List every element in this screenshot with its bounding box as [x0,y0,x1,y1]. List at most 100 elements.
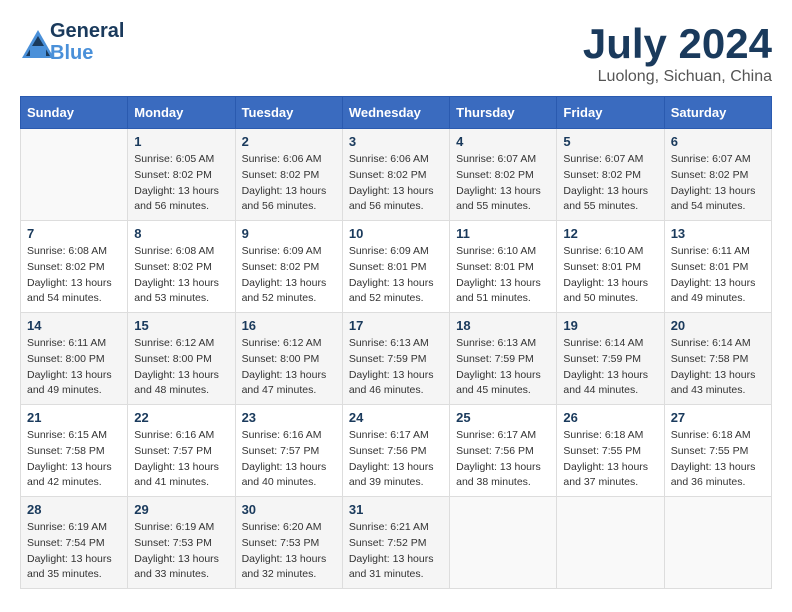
calendar-cell: 31Sunrise: 6:21 AM Sunset: 7:52 PM Dayli… [342,497,449,589]
day-info: Sunrise: 6:07 AM Sunset: 8:02 PM Dayligh… [671,152,765,215]
day-number: 6 [671,134,765,149]
calendar-cell: 6 Sunrise: 6:07 AM Sunset: 8:02 PM Daylig… [664,129,771,221]
day-number: 28 [27,502,121,517]
day-info: Sunrise: 6:14 AM Sunset: 7:58 PM Dayligh… [671,336,765,399]
title-section: July 2024 Luolong, Sichuan, China [583,20,772,86]
page-header: General Blue July 2024 Luolong, Sichuan,… [20,20,772,86]
calendar-cell [21,129,128,221]
day-info: Sunrise: 6:06 AM Sunset: 8:02 PM Dayligh… [349,152,443,215]
calendar-cell: 12Sunrise: 6:10 AM Sunset: 8:01 PM Dayli… [557,221,664,313]
calendar-cell: 28 Sunrise: 6:19 AM Sunset: 7:54 PM Dayli… [21,497,128,589]
calendar-cell: 2 Sunrise: 6:06 AM Sunset: 8:02 PM Daylig… [235,129,342,221]
calendar-cell: 1 Sunrise: 6:05 AM Sunset: 8:02 PM Daylig… [128,129,235,221]
day-number: 7 [27,226,121,241]
calendar-cell: 14 Sunrise: 6:11 AM Sunset: 8:00 PM Dayli… [21,313,128,405]
day-info: Sunrise: 6:13 AM Sunset: 7:59 PM Dayligh… [456,336,550,399]
calendar-cell: 24 Sunrise: 6:17 AM Sunset: 7:56 PM Dayli… [342,405,449,497]
day-number: 9 [242,226,336,241]
calendar-week-row: 21Sunrise: 6:15 AM Sunset: 7:58 PM Dayli… [21,405,772,497]
day-info: Sunrise: 6:15 AM Sunset: 7:58 PM Dayligh… [27,428,121,491]
logo: General Blue [20,20,124,64]
weekday-header-thursday: Thursday [450,97,557,129]
calendar-week-row: 28 Sunrise: 6:19 AM Sunset: 7:54 PM Dayli… [21,497,772,589]
calendar-cell: 16Sunrise: 6:12 AM Sunset: 8:00 PM Dayli… [235,313,342,405]
weekday-header-saturday: Saturday [664,97,771,129]
calendar-week-row: 14 Sunrise: 6:11 AM Sunset: 8:00 PM Dayli… [21,313,772,405]
day-info: Sunrise: 6:21 AM Sunset: 7:52 PM Dayligh… [349,520,443,583]
calendar-cell: 17Sunrise: 6:13 AM Sunset: 7:59 PM Dayli… [342,313,449,405]
day-number: 2 [242,134,336,149]
calendar-title: July 2024 [583,20,772,68]
day-number: 17 [349,318,443,333]
logo-blue: Blue [50,42,124,64]
day-number: 8 [134,226,228,241]
day-number: 10 [349,226,443,241]
day-info: Sunrise: 6:07 AM Sunset: 8:02 PM Dayligh… [563,152,657,215]
calendar-cell: 19Sunrise: 6:14 AM Sunset: 7:59 PM Dayli… [557,313,664,405]
logo-icon [20,28,48,56]
calendar-cell [450,497,557,589]
day-number: 23 [242,410,336,425]
calendar-cell: 15Sunrise: 6:12 AM Sunset: 8:00 PM Dayli… [128,313,235,405]
day-info: Sunrise: 6:17 AM Sunset: 7:56 PM Dayligh… [349,428,443,491]
day-number: 27 [671,410,765,425]
calendar-cell: 29 Sunrise: 6:19 AM Sunset: 7:53 PM Dayli… [128,497,235,589]
day-number: 14 [27,318,121,333]
day-info: Sunrise: 6:17 AM Sunset: 7:56 PM Dayligh… [456,428,550,491]
calendar-cell: 27 Sunrise: 6:18 AM Sunset: 7:55 PM Dayli… [664,405,771,497]
day-number: 29 [134,502,228,517]
day-number: 3 [349,134,443,149]
calendar-cell: 9 Sunrise: 6:09 AM Sunset: 8:02 PM Daylig… [235,221,342,313]
day-number: 22 [134,410,228,425]
day-number: 18 [456,318,550,333]
calendar-cell: 5 Sunrise: 6:07 AM Sunset: 8:02 PM Daylig… [557,129,664,221]
day-info: Sunrise: 6:20 AM Sunset: 7:53 PM Dayligh… [242,520,336,583]
calendar-cell [664,497,771,589]
calendar-cell: 11Sunrise: 6:10 AM Sunset: 8:01 PM Dayli… [450,221,557,313]
calendar-cell: 3 Sunrise: 6:06 AM Sunset: 8:02 PM Daylig… [342,129,449,221]
day-number: 30 [242,502,336,517]
calendar-cell: 20 Sunrise: 6:14 AM Sunset: 7:58 PM Dayli… [664,313,771,405]
day-info: Sunrise: 6:10 AM Sunset: 8:01 PM Dayligh… [563,244,657,307]
day-info: Sunrise: 6:19 AM Sunset: 7:54 PM Dayligh… [27,520,121,583]
day-info: Sunrise: 6:08 AM Sunset: 8:02 PM Dayligh… [27,244,121,307]
calendar-cell: 7 Sunrise: 6:08 AM Sunset: 8:02 PM Daylig… [21,221,128,313]
calendar-cell: 23 Sunrise: 6:16 AM Sunset: 7:57 PM Dayli… [235,405,342,497]
day-info: Sunrise: 6:09 AM Sunset: 8:02 PM Dayligh… [242,244,336,307]
day-info: Sunrise: 6:14 AM Sunset: 7:59 PM Dayligh… [563,336,657,399]
calendar-week-row: 7 Sunrise: 6:08 AM Sunset: 8:02 PM Daylig… [21,221,772,313]
day-info: Sunrise: 6:11 AM Sunset: 8:01 PM Dayligh… [671,244,765,307]
day-number: 4 [456,134,550,149]
day-info: Sunrise: 6:07 AM Sunset: 8:02 PM Dayligh… [456,152,550,215]
day-info: Sunrise: 6:11 AM Sunset: 8:00 PM Dayligh… [27,336,121,399]
day-info: Sunrise: 6:16 AM Sunset: 7:57 PM Dayligh… [242,428,336,491]
day-number: 24 [349,410,443,425]
day-info: Sunrise: 6:09 AM Sunset: 8:01 PM Dayligh… [349,244,443,307]
calendar-cell: 22Sunrise: 6:16 AM Sunset: 7:57 PM Dayli… [128,405,235,497]
day-info: Sunrise: 6:06 AM Sunset: 8:02 PM Dayligh… [242,152,336,215]
weekday-header-tuesday: Tuesday [235,97,342,129]
weekday-header-monday: Monday [128,97,235,129]
day-number: 1 [134,134,228,149]
day-info: Sunrise: 6:05 AM Sunset: 8:02 PM Dayligh… [134,152,228,215]
day-number: 20 [671,318,765,333]
weekday-header-wednesday: Wednesday [342,97,449,129]
day-number: 11 [456,226,550,241]
calendar-cell: 8Sunrise: 6:08 AM Sunset: 8:02 PM Daylig… [128,221,235,313]
logo-general: General [50,20,124,42]
day-number: 25 [456,410,550,425]
day-info: Sunrise: 6:19 AM Sunset: 7:53 PM Dayligh… [134,520,228,583]
day-number: 5 [563,134,657,149]
weekday-header-row: SundayMondayTuesdayWednesdayThursdayFrid… [21,97,772,129]
calendar-cell: 10 Sunrise: 6:09 AM Sunset: 8:01 PM Dayli… [342,221,449,313]
calendar-cell [557,497,664,589]
weekday-header-sunday: Sunday [21,97,128,129]
calendar-cell: 18 Sunrise: 6:13 AM Sunset: 7:59 PM Dayli… [450,313,557,405]
day-info: Sunrise: 6:18 AM Sunset: 7:55 PM Dayligh… [671,428,765,491]
weekday-header-friday: Friday [557,97,664,129]
day-number: 15 [134,318,228,333]
day-number: 26 [563,410,657,425]
calendar-cell: 13Sunrise: 6:11 AM Sunset: 8:01 PM Dayli… [664,221,771,313]
day-info: Sunrise: 6:12 AM Sunset: 8:00 PM Dayligh… [242,336,336,399]
calendar-cell: 26Sunrise: 6:18 AM Sunset: 7:55 PM Dayli… [557,405,664,497]
